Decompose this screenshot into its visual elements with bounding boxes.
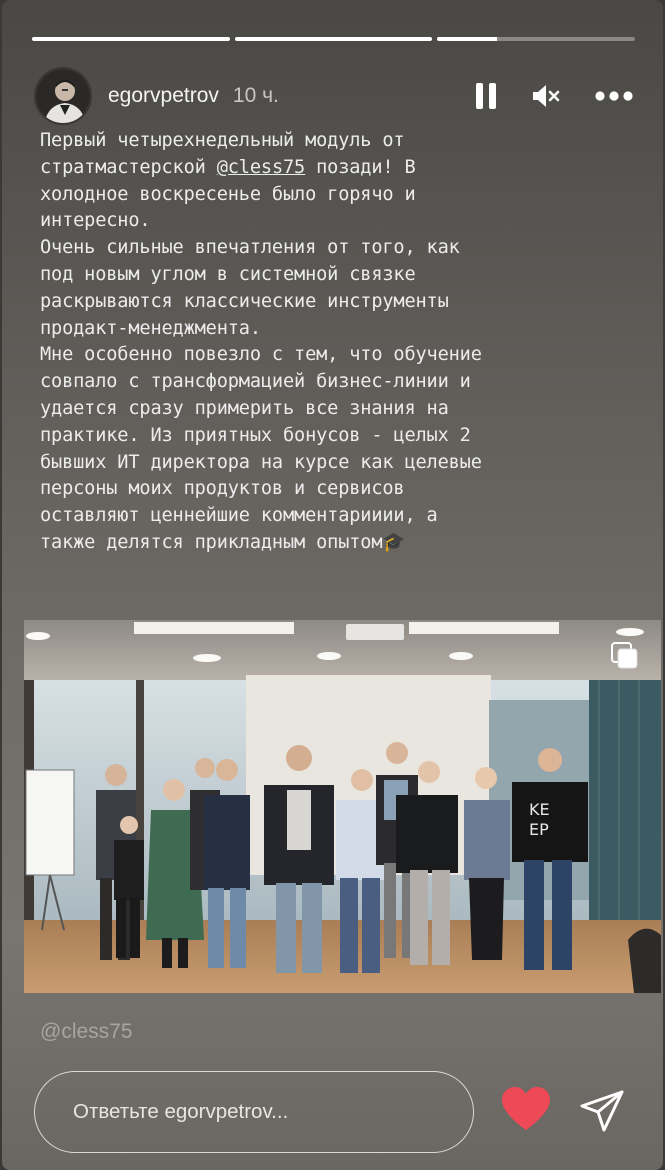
story-segment-3[interactable] [437, 37, 636, 41]
story-caption: Первый четырехнедельный модуль от стратм… [40, 128, 640, 557]
caption-text: позади! В [305, 156, 416, 178]
avatar-image [36, 69, 90, 123]
caption-body: холодное воскресенье было горячо и интер… [40, 183, 482, 553]
story-progress [32, 37, 636, 41]
mention-sticker[interactable]: @cless75 [40, 1020, 133, 1044]
story-controls [475, 82, 633, 110]
more-icon[interactable] [595, 91, 633, 101]
heart-icon[interactable] [500, 1086, 552, 1132]
segment-fill [437, 37, 497, 41]
multiple-images-icon [611, 642, 639, 670]
photo-image: KEEP [24, 620, 661, 993]
post-time: 10 ч. [232, 84, 279, 107]
reply-input[interactable]: Ответьте egorvpetrov... [34, 1071, 474, 1153]
segment-fill [32, 37, 230, 41]
send-icon[interactable] [580, 1090, 624, 1132]
caption-mention-link[interactable]: @cless75 [217, 157, 306, 178]
avatar[interactable] [34, 67, 92, 125]
graduation-cap-emoji: 🎓 [382, 531, 406, 553]
svg-text:KE: KE [529, 800, 550, 819]
story-header: egorvpetrov 10 ч. [34, 66, 633, 126]
username[interactable]: egorvpetrov [108, 84, 219, 108]
pause-icon[interactable] [475, 82, 497, 110]
svg-text:EP: EP [529, 820, 549, 839]
caption-text: стратмастерской [40, 156, 217, 178]
segment-fill [234, 37, 433, 41]
volume-muted-icon[interactable] [531, 82, 561, 110]
story-segment-1[interactable] [32, 37, 230, 41]
story-viewer: egorvpetrov 10 ч. Первый четырехнедельны… [2, 0, 663, 1170]
group-photo[interactable]: KE EP [24, 620, 661, 993]
story-segment-2[interactable] [234, 37, 433, 41]
caption-line: Первый четырехнедельный модуль от [40, 130, 405, 151]
